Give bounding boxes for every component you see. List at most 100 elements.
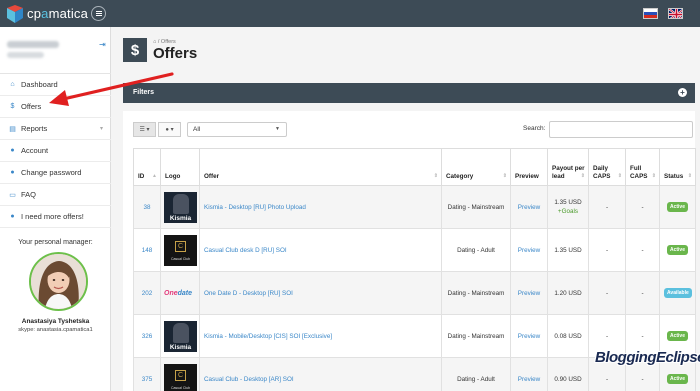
offer-link[interactable]: Kismia - Desktop [RU] Photo Upload [204, 204, 306, 211]
dollar-icon: $ [123, 38, 147, 62]
column-header-status[interactable]: Status ⇕ [659, 148, 696, 186]
top-bar: cpamatica [0, 0, 700, 27]
sort-icon: ⇕ [502, 172, 507, 179]
full-caps: - [625, 185, 660, 229]
daily-caps: - [588, 228, 626, 272]
english-flag-icon[interactable] [668, 8, 683, 19]
sort-icon: ⇕ [651, 172, 656, 179]
offer-logo: C Casual Club [160, 228, 200, 272]
status-badge: Available [664, 288, 692, 298]
offer-id[interactable]: 38 [133, 185, 161, 229]
offer-link[interactable]: Casual Club desk D [RU] SOI [204, 247, 287, 254]
preview-link[interactable]: Preview [510, 314, 548, 358]
hamburger-icon[interactable] [91, 6, 106, 21]
status-cell: Active [659, 228, 696, 272]
sidebar-item-change-password[interactable]: ● Change password [0, 162, 111, 184]
offer-payout: 0.08 USD [547, 314, 589, 358]
offer-id[interactable]: 202 [133, 271, 161, 315]
cpamatica-logo[interactable] [5, 4, 25, 24]
manager-heading: Your personal manager: [18, 239, 93, 246]
comment-icon: ▭ [9, 191, 16, 199]
column-header-full-caps[interactable]: Full CAPS ⇕ [625, 148, 660, 186]
chevron-down-icon: ▾ [99, 126, 103, 132]
sidebar-item-reports[interactable]: ▤ Reports ▾ [0, 118, 111, 140]
main-content: $ ⌂ / Offers Offers Filters + ☰ ▾ ● ▾ Al… [111, 27, 700, 391]
sort-icon: ⇕ [433, 172, 438, 179]
offer-category: Dating - Mainstream [441, 185, 511, 229]
russian-flag-icon[interactable] [643, 8, 658, 19]
column-header-category[interactable]: Category ⇕ [441, 148, 511, 186]
offer-payout: 0.90 USD [547, 357, 589, 391]
user-profile: ⇥ [0, 27, 111, 74]
onedate-logo-image: Onedate [164, 289, 193, 297]
offer-link[interactable]: Casual Club - Desktop [AR] SOI [204, 376, 294, 383]
goals-link[interactable]: +Goals [552, 208, 584, 215]
offer-id[interactable]: 375 [133, 357, 161, 391]
category-select-value: All [193, 126, 201, 133]
offer-id[interactable]: 326 [133, 314, 161, 358]
user-icon: ● [10, 147, 15, 154]
offer-category: Dating - Mainstream [441, 271, 511, 315]
manager-avatar [29, 252, 88, 311]
preview-link[interactable]: Preview [510, 357, 548, 391]
status-cell: Available [659, 271, 696, 315]
manager-skype: skype: anastasia.cpamatica1 [18, 327, 93, 333]
sidebar-item-label: I need more offers! [21, 212, 84, 221]
user-icon: ● ▾ [165, 127, 174, 133]
user-icon: ● [10, 213, 15, 220]
table-header-row: ID ▲ Logo Offer ⇕ Category ⇕ Preview Payout… [133, 148, 696, 186]
offer-logo: Onedate [160, 271, 200, 315]
sort-icon: ▲ [152, 172, 157, 179]
sidebar-item-label: Account [21, 146, 49, 155]
status-badge: Active [666, 331, 688, 341]
offer-id[interactable]: 148 [133, 228, 161, 272]
sidebar-item-account[interactable]: ● Account [0, 140, 111, 162]
status-badge: Active [666, 245, 688, 255]
user-icon: ● [10, 169, 15, 176]
sidebar-item-label: Change password [21, 168, 82, 177]
offer-name: Casual Club desk D [RU] SOI [199, 228, 442, 272]
column-header-payout[interactable]: Payout per lead ⇕ [547, 148, 589, 186]
offer-name: One Date D - Desktop [RU] SOI [199, 271, 442, 315]
user-filter-button[interactable]: ● ▾ [158, 122, 181, 137]
sidebar-item-more-offers[interactable]: ● I need more offers! [0, 206, 111, 228]
sidebar-item-faq[interactable]: ▭ FAQ [0, 184, 111, 206]
sort-icon: ⇕ [617, 172, 622, 179]
plus-icon[interactable]: + [678, 88, 687, 97]
blurred-username [7, 41, 59, 48]
sort-icon: ⇕ [580, 172, 585, 179]
full-caps: - [625, 228, 660, 272]
sort-icon: ⇕ [687, 172, 692, 179]
offer-logo: Kismia [160, 314, 200, 358]
offer-logo: Kismia [160, 185, 200, 229]
offer-name: Kismia - Mobile/Desktop [CIS] SOI [Exclu… [199, 314, 442, 358]
filters-panel-header[interactable]: Filters + [123, 83, 695, 103]
casual-club-logo-image: C Casual Club [164, 234, 197, 266]
status-cell: Active [659, 185, 696, 229]
preview-link[interactable]: Preview [510, 185, 548, 229]
search-input[interactable] [549, 121, 693, 138]
offer-link[interactable]: Kismia - Mobile/Desktop [CIS] SOI [Exclu… [204, 333, 332, 340]
column-header-id[interactable]: ID ▲ [133, 148, 161, 186]
offer-payout: 1.35 USD +Goals [547, 185, 589, 229]
list-view-button[interactable]: ☰ ▾ [133, 122, 156, 137]
dollar-icon: $ [10, 103, 15, 110]
sidebar-item-label: Reports [21, 124, 48, 133]
logout-icon[interactable]: ⇥ [99, 40, 106, 49]
preview-link[interactable]: Preview [510, 228, 548, 272]
offer-category: Dating - Adult [441, 228, 511, 272]
preview-link[interactable]: Preview [510, 271, 548, 315]
page-title: Offers [153, 45, 198, 62]
offer-category: Dating - Adult [441, 357, 511, 391]
full-caps: - [625, 271, 660, 315]
offer-link[interactable]: One Date D - Desktop [RU] SOI [204, 290, 293, 297]
column-header-logo: Logo [160, 148, 200, 186]
column-header-daily-caps[interactable]: Daily CAPS ⇕ [588, 148, 626, 186]
category-select[interactable]: All ▼ [187, 122, 287, 137]
brand-name[interactable]: cpamatica [27, 6, 88, 21]
column-header-offer[interactable]: Offer ⇕ [199, 148, 442, 186]
search-label: Search: [523, 125, 546, 132]
list-icon: ☰ ▾ [139, 127, 150, 133]
kismia-logo-image: Kismia [164, 191, 197, 223]
annotation-arrow [49, 72, 174, 106]
